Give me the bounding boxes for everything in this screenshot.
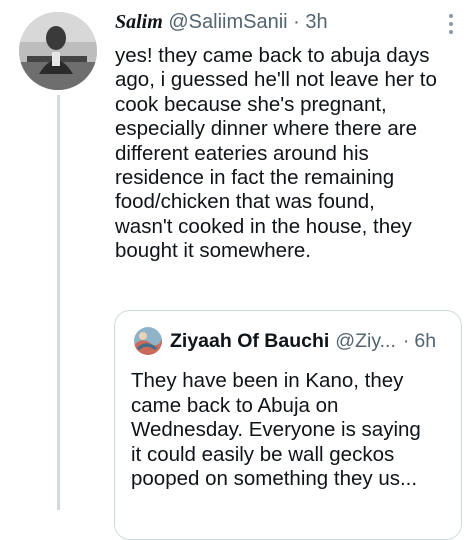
quoted-author-handle[interactable]: @Ziy... <box>335 329 396 353</box>
quoted-text-line: They have been in Kano, they <box>131 369 404 392</box>
tweet-text-line: different eateries around his <box>115 141 369 165</box>
quoted-tweet-text: They have been in Kano, they came back t… <box>131 369 447 492</box>
quote-avatar <box>134 327 162 355</box>
tweet-text: yes! they came back to abuja days ago, i… <box>115 44 465 264</box>
avatar[interactable] <box>19 12 97 90</box>
author-handle[interactable]: @SaliimSanii <box>168 11 287 33</box>
quoted-separator-dot: · <box>402 330 410 352</box>
quoted-text-line: came back to Abuja on <box>131 393 339 417</box>
quoted-text-line: Wednesday. Everyone is saying <box>131 418 421 442</box>
thread-line <box>57 95 60 510</box>
quoted-text-line: pooped on something they us... <box>131 467 418 491</box>
separator-dot: · <box>293 11 300 33</box>
quoted-author-name[interactable]: Ziyaah Of Bauchi <box>170 329 329 353</box>
tweet-text-line: residence in fact the remaining <box>115 166 395 190</box>
tweet-text-line: food/chicken that was found, <box>115 190 375 214</box>
tweet-time[interactable]: 3h <box>305 11 327 33</box>
quoted-tweet-header: Ziyaah Of Bauchi @Ziy... · 6h <box>134 327 436 355</box>
tweet-text-line: cook because she's pregnant, <box>115 92 387 116</box>
tweet-text-line: yes! they came back to abuja days <box>115 44 430 67</box>
tweet-text-line: wasn't cooked in the house, they <box>115 214 412 238</box>
quoted-tweet-time[interactable]: 6h <box>414 329 436 353</box>
quoted-text-line: it could easily be wall geckos <box>131 442 395 466</box>
tweet-text-line: especially dinner where there are <box>115 117 417 141</box>
more-vertical-icon[interactable] <box>448 13 454 35</box>
author-name[interactable]: Salim <box>115 11 163 33</box>
tweet-text-line: ago, i guessed he'll not leave her to <box>115 68 437 92</box>
quoted-tweet-card[interactable]: Ziyaah Of Bauchi @Ziy... · 6h They have … <box>114 310 462 540</box>
avatar-photo <box>19 12 97 90</box>
tweet-header: Salim @SaliimSanii · 3h <box>115 10 328 34</box>
tweet-text-line: bought it somewhere. <box>115 239 312 263</box>
